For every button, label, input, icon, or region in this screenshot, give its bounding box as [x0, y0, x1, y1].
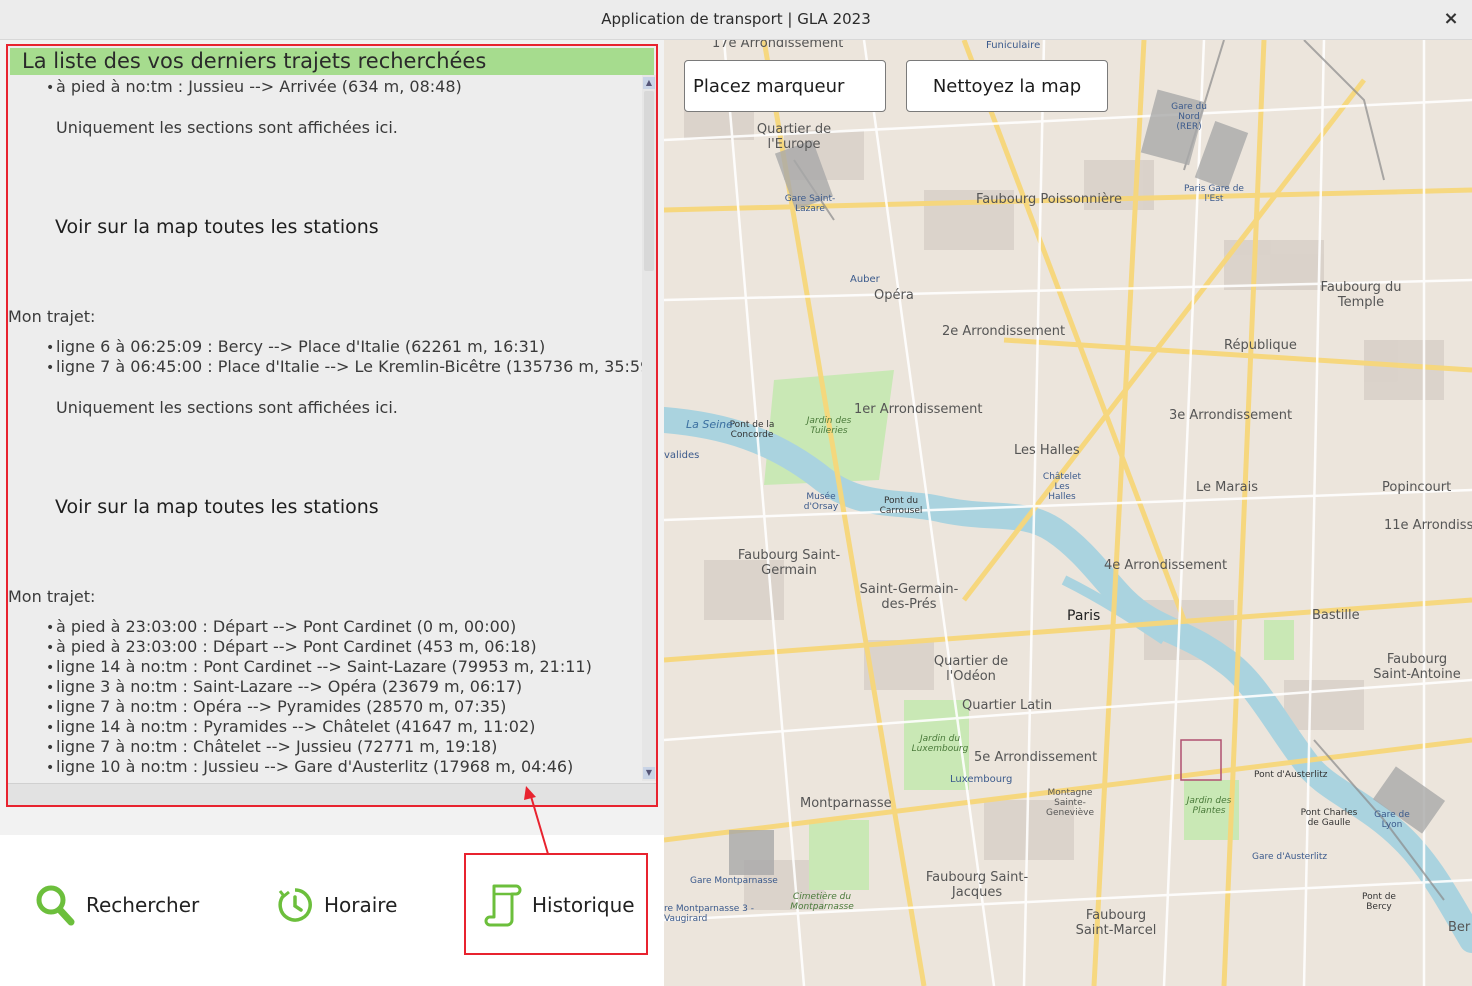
- map-canvas: [664, 40, 1472, 986]
- map-label: 1er Arrondissement: [854, 402, 983, 417]
- list-item: ligne 7 à 06:45:00 : Place d'Italie --> …: [46, 357, 642, 376]
- map-label: re Montparnasse 3 - Vaugirard: [664, 904, 755, 924]
- map-label: Faubourg Poissonnière: [976, 192, 1123, 207]
- map-label: Pont d'Austerlitz: [1254, 770, 1328, 780]
- map-label: Gare de Lyon: [1374, 810, 1410, 830]
- historique-button[interactable]: Historique: [484, 875, 635, 935]
- bottom-nav: Rechercher Horaire Historique: [0, 835, 664, 986]
- map-label: Luxembourg: [950, 774, 1013, 785]
- vertical-scrollbar[interactable]: ▲ ▼: [642, 75, 656, 781]
- nettoyer-map-label: Nettoyez la map: [932, 75, 1082, 97]
- map-label: Pont de Bercy: [1362, 892, 1396, 912]
- clock-icon: [278, 888, 312, 922]
- map-label: valides: [664, 450, 700, 461]
- map-label: Musée d'Orsay: [803, 492, 839, 512]
- app-window: Application de transport | GLA 2023 × La…: [0, 0, 1472, 986]
- map-label: Faubourg Saint-Marcel: [1075, 908, 1157, 938]
- scroll-thumb[interactable]: [644, 91, 654, 271]
- map-label: Opéra: [874, 288, 914, 303]
- map-label: Cimetière du Montparnasse: [790, 892, 854, 912]
- map-label: Quartier Latin: [962, 698, 1053, 713]
- rechercher-label: Rechercher: [86, 893, 200, 917]
- placer-marqueur-button[interactable]: Placez marqueur: [684, 60, 886, 112]
- horaire-label: Horaire: [324, 893, 398, 917]
- list-item: ligne 14 à no:tm : Pont Cardinet --> Sai…: [46, 657, 592, 676]
- map-label: Gare Montparnasse: [690, 876, 778, 886]
- voir-stations-button[interactable]: Voir sur la map toutes les stations: [55, 496, 379, 518]
- placer-marqueur-label: Placez marqueur: [693, 75, 845, 97]
- map-label: 17e Arrondissement: [712, 40, 844, 51]
- list-item: à pied à 23:03:00 : Départ --> Pont Card…: [46, 637, 537, 656]
- list-item: ligne 14 à no:tm : Pyramides --> Châtele…: [46, 717, 535, 736]
- map-label: Jardin des Plantes: [1186, 796, 1232, 816]
- horaire-button[interactable]: Horaire: [276, 875, 397, 935]
- map-label: Popincourt: [1382, 480, 1452, 495]
- history-panel: La liste des vos derniers trajets recher…: [6, 44, 658, 807]
- history-header: La liste des vos derniers trajets recher…: [10, 48, 654, 75]
- map-label: Gare du Nord (RER): [1171, 102, 1207, 132]
- search-icon: [36, 885, 75, 926]
- rechercher-button[interactable]: Rechercher: [34, 875, 199, 935]
- section-note: Uniquement les sections sont affichées i…: [56, 118, 398, 137]
- list-item: ligne 3 à no:tm : Saint-Lazare --> Opéra…: [46, 677, 522, 696]
- history-list[interactable]: à pied à no:tm : Jussieu --> Arrivée (63…: [8, 75, 642, 783]
- map-label: Jardin des Tuileries: [806, 416, 852, 436]
- map-view[interactable]: Placez marqueur Nettoyez la map 17e Arro…: [664, 40, 1472, 986]
- map-label: Auber: [850, 274, 880, 285]
- scroll-down-icon[interactable]: ▼: [643, 767, 655, 779]
- list-item: ligne 10 à no:tm : Jussieu --> Gare d'Au…: [46, 757, 573, 776]
- title-bar: Application de transport | GLA 2023 ×: [0, 0, 1472, 40]
- map-label: 11e Arrondissement: [1384, 518, 1472, 533]
- list-item: ligne 7 à no:tm : Châtelet --> Jussieu (…: [46, 737, 497, 756]
- map-label: Montagne Sainte-Geneviève: [1046, 788, 1094, 818]
- map-label: Faubourg Saint-Germain: [737, 548, 841, 578]
- scroll-document-icon: [484, 884, 522, 927]
- map-label: Gare Saint-Lazare: [784, 194, 836, 214]
- map-label: Paris Gare de l'Est: [1184, 184, 1244, 204]
- map-label: Le Marais: [1196, 480, 1259, 495]
- map-label: 2e Arrondissement: [942, 324, 1066, 339]
- list-item: à pied à no:tm : Jussieu --> Arrivée (63…: [46, 77, 462, 96]
- map-label: Quartier de l'Europe: [756, 122, 832, 152]
- horizontal-scrollbar[interactable]: [8, 783, 656, 805]
- voir-stations-button[interactable]: Voir sur la map toutes les stations: [55, 216, 379, 238]
- map-label: Pont Charles de Gaulle: [1300, 808, 1358, 828]
- section-note: Uniquement les sections sont affichées i…: [56, 398, 398, 417]
- map-label: République: [1224, 338, 1297, 353]
- list-item: ligne 7 à no:tm : Opéra --> Pyramides (2…: [46, 697, 506, 716]
- mon-trajet-label: Mon trajet:: [8, 587, 96, 606]
- map-label: Saint-Germain-des-Prés: [859, 582, 959, 612]
- map-label: Châtelet Les Halles: [1042, 472, 1082, 502]
- left-panel: La liste des vos derniers trajets recher…: [0, 40, 664, 986]
- nettoyer-map-button[interactable]: Nettoyez la map: [906, 60, 1108, 112]
- map-label: 5e Arrondissement: [974, 750, 1098, 765]
- map-label: Bastille: [1312, 608, 1360, 623]
- close-icon[interactable]: ×: [1440, 8, 1462, 30]
- history-title: La liste des vos derniers trajets recher…: [22, 49, 487, 73]
- map-label: Les Halles: [1014, 443, 1080, 458]
- historique-label: Historique: [532, 893, 635, 917]
- map-label: 3e Arrondissement: [1169, 408, 1293, 423]
- map-label: 4e Arrondissement: [1104, 558, 1228, 573]
- map-label: Faubourg Saint-Jacques: [925, 870, 1029, 900]
- map-label: Faubourg Saint-Antoine: [1373, 652, 1461, 682]
- list-item: à pied à 23:03:00 : Départ --> Pont Card…: [46, 617, 516, 636]
- map-label: Pont du Carrousel: [879, 496, 923, 516]
- list-item: ligne 6 à 06:25:09 : Bercy --> Place d'I…: [46, 337, 545, 356]
- map-label: Quartier de l'Odéon: [933, 654, 1009, 684]
- map-label: Gare d'Austerlitz: [1252, 852, 1328, 862]
- mon-trajet-label: Mon trajet:: [8, 307, 96, 326]
- map-label: Funiculaire: [986, 40, 1041, 51]
- map-label: La Seine: [686, 418, 733, 431]
- map-label: Ber: [1448, 920, 1471, 935]
- map-label: Jardin du Luxembourg: [911, 734, 969, 754]
- map-label: Faubourg du Temple: [1320, 280, 1402, 310]
- map-label: Montparnasse: [800, 796, 892, 811]
- scroll-up-icon[interactable]: ▲: [643, 77, 655, 89]
- map-label: Paris: [1067, 608, 1101, 624]
- window-title: Application de transport | GLA 2023: [601, 10, 871, 28]
